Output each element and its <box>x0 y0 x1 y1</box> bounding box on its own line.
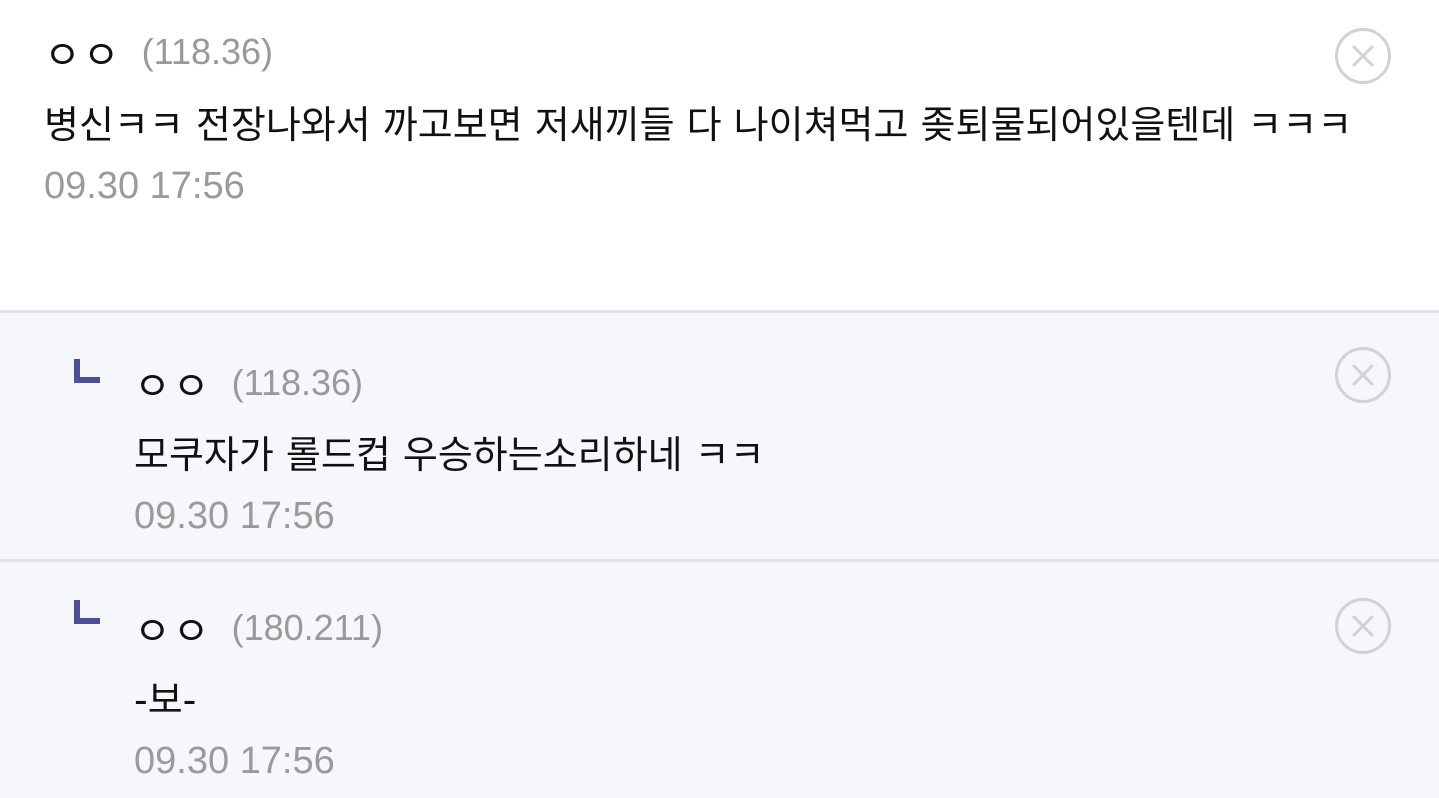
reply-ip: (118.36) <box>231 362 364 403</box>
comment-ip: (118.36) <box>141 31 274 72</box>
reply-date: 09.30 17:56 <box>134 740 335 782</box>
close-circle-icon <box>1352 615 1374 637</box>
delete-reply-button[interactable] <box>1335 598 1391 654</box>
reply-nickname[interactable]: ㅇㅇ <box>134 354 212 412</box>
comment-item: ㅇㅇ (118.36) 병신ㅋㅋ 전장나와서 까고보면 저새끼들 다 나이쳐먹고… <box>0 0 1439 310</box>
reply-header: ㅇㅇ (118.36) <box>134 354 1349 412</box>
reply-text: -보- <box>134 678 197 722</box>
delete-comment-button[interactable] <box>1335 28 1391 84</box>
reply-corner-icon <box>74 359 100 383</box>
comment-date: 09.30 17:56 <box>44 165 245 207</box>
reply-corner-icon <box>74 600 100 624</box>
comment-nickname[interactable]: ㅇㅇ <box>44 23 122 81</box>
reply-date: 09.30 17:56 <box>134 495 335 537</box>
reply-item: ㅇㅇ (118.36) 모쿠자가 롤드컵 우승하는소리하네 ㅋㅋ 09.30 1… <box>0 310 1439 559</box>
reply-nickname[interactable]: ㅇㅇ <box>134 599 212 657</box>
reply-header: ㅇㅇ (180.211) <box>134 599 1349 657</box>
close-circle-icon <box>1352 45 1374 67</box>
comment-text: 병신ㅋㅋ 전장나와서 까고보면 저새끼들 다 나이쳐먹고 좆퇴물되어있을텐데 ㅋ… <box>44 103 1353 147</box>
comment-header: ㅇㅇ (118.36) <box>44 23 1349 81</box>
reply-text: 모쿠자가 롤드컵 우승하는소리하네 ㅋㅋ <box>134 433 765 477</box>
close-circle-icon <box>1352 364 1374 386</box>
delete-reply-button[interactable] <box>1335 347 1391 403</box>
reply-ip: (180.211) <box>231 607 384 648</box>
reply-item: ㅇㅇ (180.211) -보- 09.30 17:56 <box>0 559 1439 798</box>
